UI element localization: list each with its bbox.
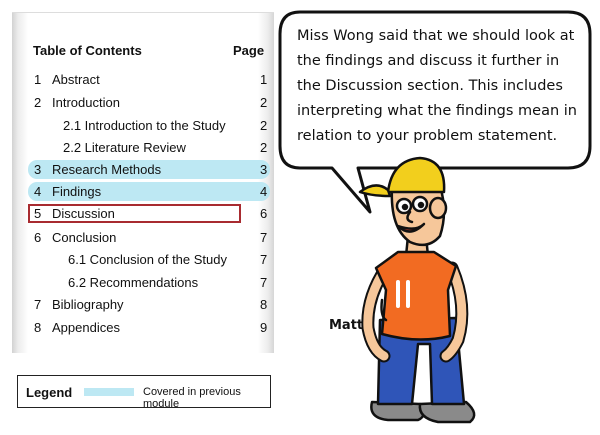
speech-line: relation to your problem statement.	[297, 128, 558, 144]
speech-line: the findings and discuss it further in	[297, 53, 560, 69]
speech-line: the Discussion section. This includes	[297, 78, 563, 94]
speech-bubble-text: Miss Wong said that we should look at th…	[297, 24, 589, 149]
speech-line: interpreting what the findings mean in	[297, 103, 577, 119]
speech-line: Miss Wong said that we should look at	[297, 28, 575, 44]
speaker-name-label: Matt	[329, 318, 364, 333]
character-matt	[358, 156, 476, 424]
